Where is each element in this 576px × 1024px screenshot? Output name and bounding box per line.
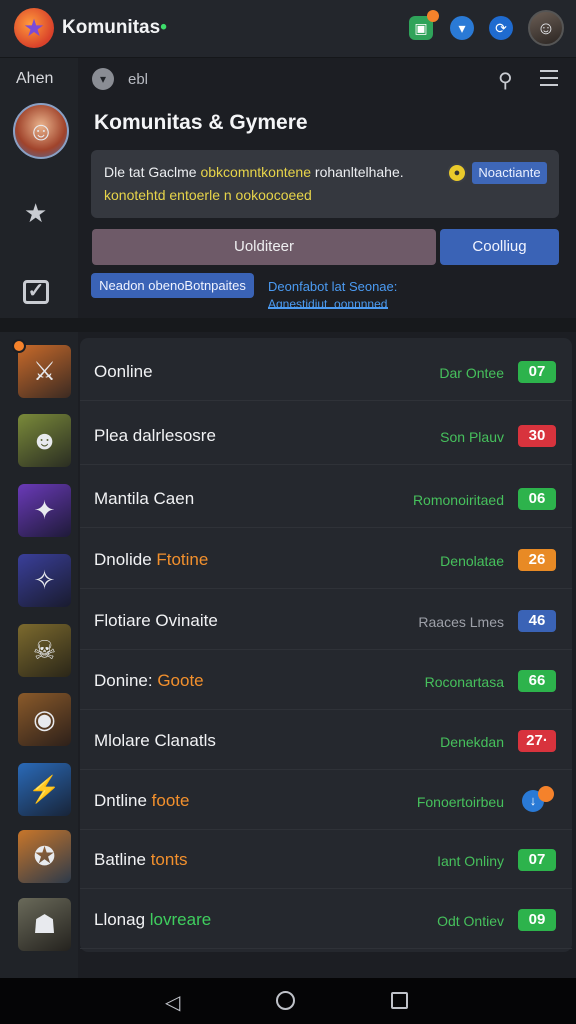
list-item-status: Denekdan: [440, 734, 504, 750]
list-item-title: Llonag lovreare: [94, 910, 212, 929]
game-avatar[interactable]: ⚡: [18, 763, 71, 816]
list-item-status: Denolatae: [440, 553, 504, 569]
recent-apps-icon[interactable]: [391, 992, 408, 1009]
list-item-title: Batline tonts: [94, 850, 188, 869]
list-item[interactable]: Dntline foote Fonoertoirbeu ↓: [80, 770, 572, 830]
list-item-status: Fonoertoirbeu: [416, 794, 504, 810]
list-item-status: Roconartasa: [424, 674, 504, 690]
avatar-badge: [12, 339, 26, 353]
game-avatar[interactable]: ✦: [18, 484, 71, 537]
game-avatar[interactable]: ☻: [18, 414, 71, 467]
list-item-title: Dnolide Ftotine: [94, 550, 209, 569]
continue-button[interactable]: Coolliug: [440, 229, 559, 265]
download-icon[interactable]: ↓: [522, 786, 554, 812]
info-link[interactable]: Deonfabot lat Seonae:: [268, 279, 397, 294]
count-badge: 66: [518, 670, 556, 692]
list-item[interactable]: Mantila Caen Romonoiritaed 06: [80, 468, 572, 528]
menu-icon[interactable]: [540, 70, 558, 86]
list-item-title: Plea dalrlesosre: [94, 426, 216, 445]
community-avatar[interactable]: ☺: [13, 103, 69, 159]
primary-button[interactable]: Uolditeer: [92, 229, 436, 265]
game-avatar[interactable]: ✪: [18, 830, 71, 883]
shield-icon[interactable]: ▾: [450, 16, 474, 40]
system-nav-bar: ◁: [0, 978, 576, 1024]
app-title: Komunitas•: [62, 17, 167, 38]
header-text: ebl: [128, 71, 149, 88]
notice-line-2: konotehtd entoerle n ookoocoeed: [104, 187, 312, 203]
list-item[interactable]: Plea dalrlesosre Son Plauv 30: [80, 405, 572, 465]
list-item[interactable]: Donine: Goote Roconartasa 66: [80, 650, 572, 710]
community-list: Oonline Dar Ontee 07 Plea dalrlesosre Son Pl…: [80, 338, 572, 952]
search-icon[interactable]: ⚲: [498, 68, 513, 93]
list-item[interactable]: Llonag lovreare Odt Ontiev 09: [80, 889, 572, 949]
filter-chip[interactable]: Neadon obenoBotnpaites: [91, 273, 254, 298]
list-item-title: Mantila Caen: [94, 489, 195, 508]
notice-button[interactable]: Noactiante: [472, 162, 547, 184]
game-avatar[interactable]: ☠: [18, 624, 71, 677]
count-badge: 46: [518, 610, 556, 632]
list-item-status: Son Plauv: [440, 429, 504, 445]
list-item-title: Oonline: [94, 362, 153, 381]
app-logo-icon[interactable]: ★: [14, 8, 54, 48]
count-badge: 09: [518, 909, 556, 931]
info-icon: ●: [447, 163, 467, 183]
notification-dot: [538, 786, 554, 802]
list-item-status: Iant Onliny: [437, 853, 504, 869]
home-icon[interactable]: [276, 991, 295, 1010]
list-item-status: Romonoiritaed: [412, 492, 504, 508]
sidebar-label: Ahen: [16, 70, 54, 87]
content-header: ▾ ebl ⚲: [78, 58, 576, 100]
list-item[interactable]: Flotiare Ovinaite Raaces Lmes 46: [80, 590, 572, 650]
count-badge: 07: [518, 849, 556, 871]
list-item[interactable]: Oonline Dar Ontee 07: [80, 341, 572, 401]
count-badge: 06: [518, 488, 556, 510]
list-item[interactable]: Mlolare Clanatls Denekdan 27·: [80, 710, 572, 770]
back-icon[interactable]: ◁: [165, 990, 180, 1015]
filter-icon[interactable]: ▾: [92, 68, 114, 90]
notification-badge: [427, 10, 439, 22]
top-app-bar: ★ Komunitas• ▣ ▾ ⟳ ☺: [0, 0, 576, 58]
list-item-title: Donine: Goote: [94, 671, 204, 690]
count-badge: 26: [518, 549, 556, 571]
notice-card: Dle tat Gaclme obkcomntkontene rohanltel…: [91, 150, 559, 218]
count-badge: 27·: [518, 730, 556, 752]
list-item-title: Mlolare Clanatls: [94, 731, 216, 750]
game-avatar[interactable]: ✧: [18, 554, 71, 607]
notice-line-1: Dle tat Gaclme obkcomntkontene rohanltel…: [104, 164, 404, 180]
list-item-status: Raaces Lmes: [418, 614, 504, 630]
star-icon[interactable]: ★: [24, 198, 47, 229]
game-avatar[interactable]: ⚔: [12, 339, 71, 398]
list-item-status: Dar Ontee: [439, 365, 504, 381]
section-divider: [0, 318, 576, 332]
game-avatar[interactable]: ☗: [18, 898, 71, 951]
count-badge: 07: [518, 361, 556, 383]
list-item-title: Flotiare Ovinaite: [94, 611, 218, 630]
list-item-status: Odt Ontiev: [437, 913, 504, 929]
list-item[interactable]: Dnolide Ftotine Denolatae 26: [80, 529, 572, 589]
count-badge: 30: [518, 425, 556, 447]
page-title: Komunitas & Gymere: [94, 111, 308, 134]
sync-icon[interactable]: ⟳: [489, 16, 513, 40]
game-avatar[interactable]: ◉: [18, 693, 71, 746]
list-item-title: Dntline foote: [94, 791, 190, 810]
list-item[interactable]: Batline tonts Iant Onliny 07: [80, 829, 572, 889]
user-avatar[interactable]: ☺: [528, 10, 564, 46]
title-dot: •: [160, 17, 167, 38]
info-link-secondary[interactable]: Agnestidiut_oonnnnedlll: [268, 297, 388, 309]
checkbox-icon[interactable]: ✓: [23, 280, 49, 304]
chat-icon[interactable]: ▣: [409, 10, 439, 40]
